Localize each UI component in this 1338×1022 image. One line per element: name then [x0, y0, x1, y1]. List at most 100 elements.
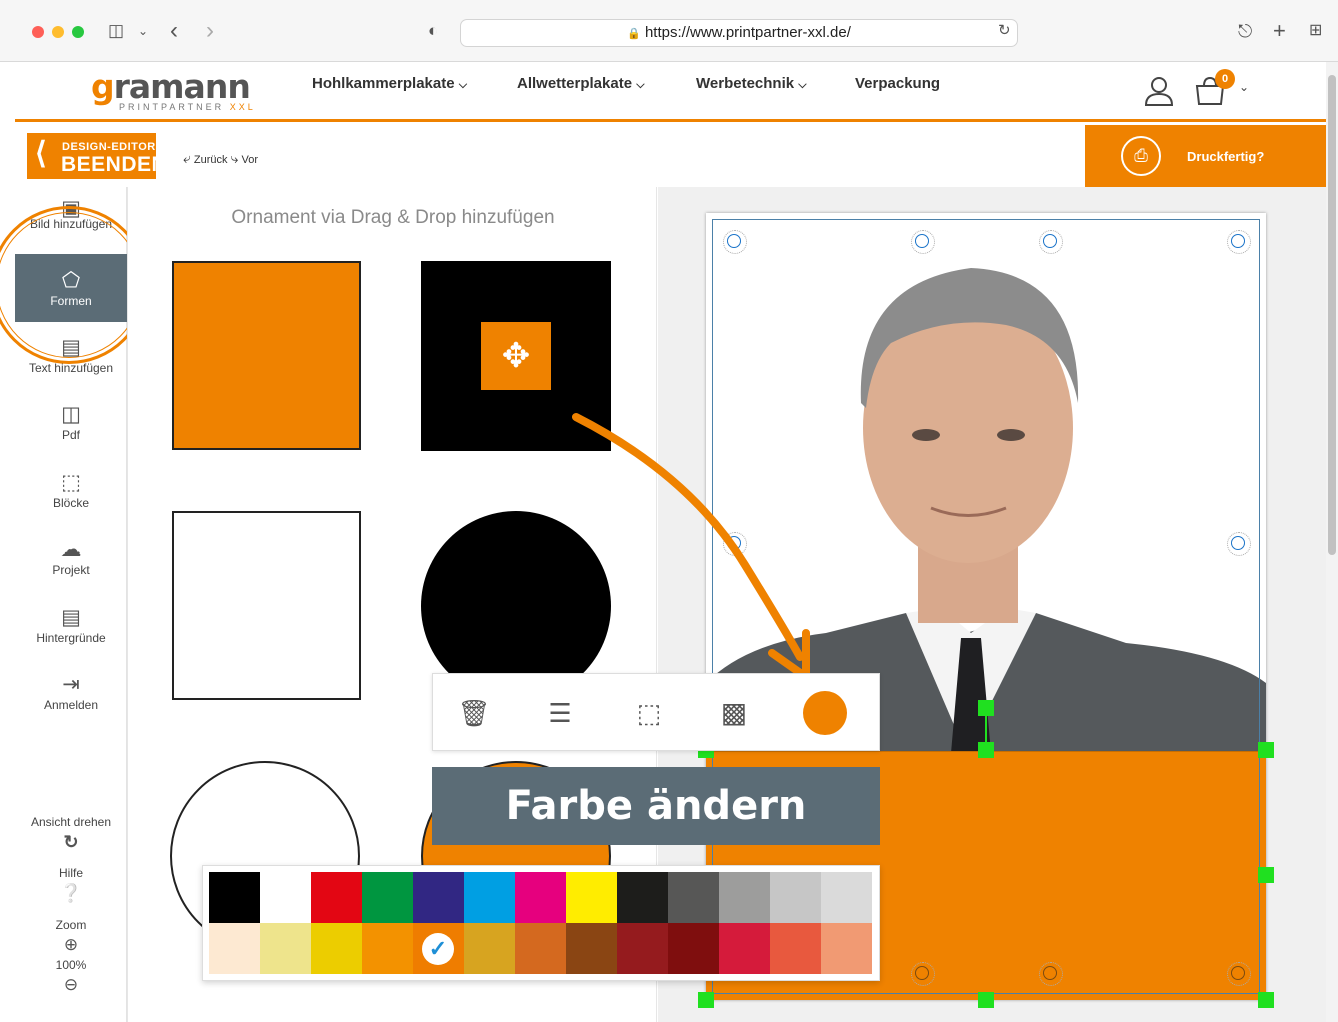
color-swatch[interactable]: [464, 872, 515, 923]
resize-handle[interactable]: [1039, 230, 1063, 254]
sidebar-item-project[interactable]: ☁ Projekt: [15, 537, 127, 577]
color-swatch[interactable]: [260, 872, 311, 923]
color-swatch[interactable]: [515, 923, 566, 974]
chevron-down-icon[interactable]: ⌄: [1239, 80, 1249, 94]
maximize-window-button[interactable]: [72, 26, 84, 38]
minimize-window-button[interactable]: [52, 26, 64, 38]
privacy-shield-icon[interactable]: ◐: [428, 18, 438, 44]
cart-count-badge: 0: [1215, 69, 1235, 89]
selection-handle-bottom-left[interactable]: [698, 992, 714, 1008]
color-swatch[interactable]: [566, 872, 617, 923]
sidebar-item-blocks[interactable]: ⬚ Blöcke: [15, 470, 127, 510]
resize-handle[interactable]: [911, 962, 935, 986]
pdf-layout-icon: ◫: [61, 403, 81, 426]
user-account-icon[interactable]: [1142, 74, 1176, 108]
color-swatch[interactable]: [362, 872, 413, 923]
fit-frame-icon[interactable]: ⬚: [628, 692, 670, 734]
nav-allwetterplakate[interactable]: Allwetterplakate ⌵: [517, 75, 645, 92]
object-toolbar: 🗑 ☰ ⬚ ▩: [432, 673, 880, 751]
color-swatch[interactable]: [770, 923, 821, 974]
resize-handle[interactable]: [1227, 230, 1251, 254]
color-swatch[interactable]: [311, 872, 362, 923]
rotate-view-button[interactable]: Ansicht drehen ↻: [15, 815, 127, 855]
annotation-arrow: [572, 413, 810, 681]
nav-hohlkammerplakate[interactable]: Hohlkammerplakate ⌵: [312, 75, 467, 92]
picture-icon: ▤: [61, 606, 81, 629]
block-frame-icon: ⬚: [61, 471, 81, 494]
scrollbar-thumb[interactable]: [1328, 75, 1336, 555]
selection-handle-bottom-right[interactable]: [1258, 992, 1274, 1008]
exit-design-editor-button[interactable]: ⟨ DESIGN-EDITOR BEENDEN: [27, 133, 167, 179]
cloud-download-icon: ☁: [60, 538, 82, 561]
color-swatch[interactable]: [821, 923, 872, 974]
sidebar-item-login[interactable]: ⇥ Anmelden: [15, 672, 127, 712]
color-swatch[interactable]: [362, 923, 413, 974]
double-chevron-left-icon: ⟨: [35, 137, 47, 170]
resize-handle[interactable]: [723, 230, 747, 254]
color-swatch[interactable]: [515, 872, 566, 923]
back-icon[interactable]: ‹: [170, 18, 178, 44]
resize-handle[interactable]: [1039, 962, 1063, 986]
redo-button[interactable]: ⤷ Vor: [231, 150, 258, 166]
shape-orange-square[interactable]: [172, 261, 361, 450]
color-swatch[interactable]: [260, 923, 311, 974]
print-ready-button[interactable]: ⎙ Druckfertig?: [1085, 125, 1326, 187]
color-swatch[interactable]: [464, 923, 515, 974]
color-swatch[interactable]: [617, 923, 668, 974]
color-swatch[interactable]: [668, 872, 719, 923]
redo-icon: ⤷: [230, 150, 239, 166]
selection-handle-top[interactable]: [978, 742, 994, 758]
lock-icon: 🔒: [627, 28, 641, 40]
trash-icon[interactable]: 🗑: [453, 692, 495, 734]
color-swatch[interactable]: [209, 923, 260, 974]
sidebar-toggle-icon[interactable]: ◫: [108, 18, 124, 44]
resize-handle[interactable]: [1227, 962, 1251, 986]
url-text: https://www.printpartner-xxl.de/: [644, 24, 851, 41]
help-button[interactable]: Hilfe ❔: [15, 866, 127, 906]
sidebar-item-pdf[interactable]: ◫ Pdf: [15, 402, 127, 442]
zoom-in-icon[interactable]: ⊕: [15, 932, 127, 958]
selection-handle-top-right[interactable]: [1258, 742, 1274, 758]
gramann-logo[interactable]: gramann PRINTPARTNER XXL: [91, 70, 256, 112]
login-icon: ⇥: [62, 673, 80, 696]
rotate-icon: ↻: [63, 832, 79, 852]
color-swatch[interactable]: [719, 872, 770, 923]
selection-handle-right[interactable]: [1258, 867, 1274, 883]
tab-overview-icon[interactable]: ⊞: [1309, 18, 1322, 44]
transparency-icon[interactable]: ▩: [713, 692, 755, 734]
reload-icon[interactable]: ↻: [998, 18, 1011, 44]
close-window-button[interactable]: [32, 26, 44, 38]
nav-werbetechnik[interactable]: Werbetechnik ⌵: [696, 75, 807, 92]
nav-verpackung[interactable]: Verpackung: [855, 75, 940, 92]
sidebar-item-backgrounds[interactable]: ▤ Hintergründe: [15, 605, 127, 645]
color-swatch[interactable]: [413, 872, 464, 923]
selection-handle-bottom[interactable]: [978, 992, 994, 1008]
help-icon: ❔: [59, 883, 83, 903]
rotate-handle[interactable]: [978, 700, 994, 716]
color-swatch[interactable]: [719, 923, 770, 974]
checkmark-icon: ✓: [422, 933, 454, 965]
color-swatch[interactable]: [566, 923, 617, 974]
layers-icon[interactable]: ☰: [539, 692, 581, 734]
move-icon[interactable]: ✥: [481, 322, 551, 390]
undo-icon: ⤶: [183, 150, 191, 166]
color-swatch[interactable]: [821, 872, 872, 923]
share-icon[interactable]: ⎋: [1238, 18, 1252, 44]
color-swatch[interactable]: [617, 872, 668, 923]
zoom-out-icon[interactable]: ⊖: [15, 972, 127, 998]
browser-chrome: ◫ ⌄ ‹ › ◐ 🔒 https://www.printpartner-xxl…: [0, 0, 1338, 62]
resize-handle[interactable]: [911, 230, 935, 254]
address-bar[interactable]: 🔒 https://www.printpartner-xxl.de/: [460, 19, 1018, 47]
forward-icon[interactable]: ›: [206, 18, 214, 44]
color-picker-button[interactable]: [803, 691, 847, 735]
color-swatch[interactable]: [209, 872, 260, 923]
shape-white-square[interactable]: [172, 511, 361, 700]
chevron-down-icon[interactable]: ⌄: [138, 18, 148, 44]
undo-button[interactable]: ⤶ Zurück: [183, 150, 228, 166]
color-swatch[interactable]: [311, 923, 362, 974]
color-swatch[interactable]: [668, 923, 719, 974]
new-tab-icon[interactable]: +: [1273, 18, 1286, 44]
color-swatch[interactable]: [770, 872, 821, 923]
resize-handle[interactable]: [1227, 532, 1251, 556]
editor-toolbar: ⟨ DESIGN-EDITOR BEENDEN ⤶ Zurück ⤷ Vor ⎙…: [15, 125, 1326, 187]
